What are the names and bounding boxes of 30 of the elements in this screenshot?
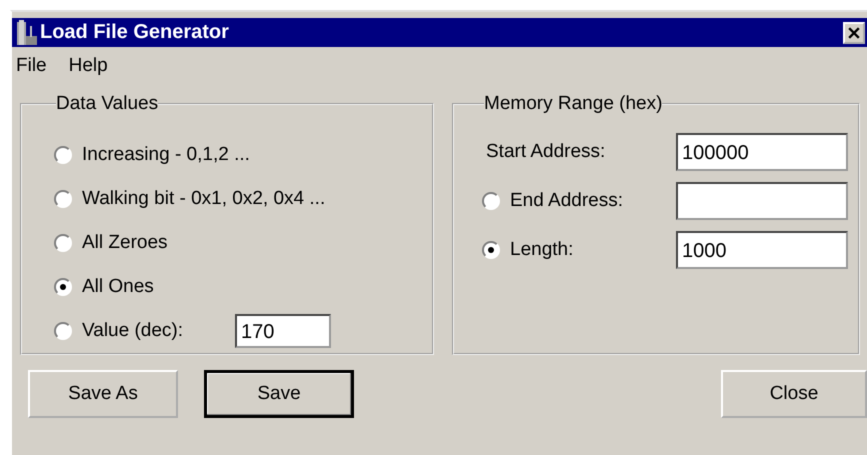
text-field[interactable]: 100000 [676,132,848,170]
text-field[interactable]: 170 [235,314,332,348]
close-button[interactable] [843,22,865,44]
field-label: Start Address: [486,140,606,162]
group-title: Data Values [56,93,158,115]
radio-button[interactable] [54,322,72,340]
field-label: Length: [510,238,574,260]
radio-button[interactable] [54,234,72,252]
close-icon [848,26,860,38]
option-label: All Ones [82,276,154,298]
radio-button[interactable] [54,190,72,208]
dialog-button[interactable]: Save As [28,370,178,418]
radio-button[interactable] [54,278,72,296]
menu-item[interactable]: Help [68,55,108,85]
option-label: All Zeroes [82,232,168,254]
dialog-button[interactable]: Save [204,370,354,418]
option-label: Increasing - 0,1,2 ... [82,144,250,166]
radio-button[interactable] [482,240,500,258]
option-label: Walking bit - 0x1, 0x2, 0x4 ... [82,188,326,210]
menu-item[interactable]: File [16,55,47,85]
app-icon [16,20,38,46]
dialog-button[interactable]: Close [721,370,867,418]
radio-button[interactable] [482,192,500,210]
text-field[interactable] [676,182,848,220]
text-field[interactable]: 1000 [676,230,848,268]
group-title: Memory Range (hex) [484,93,662,115]
radio-button[interactable] [54,146,72,164]
window-title: Load File Generator [40,21,230,44]
option-label: Value (dec): [82,320,184,342]
field-label: End Address: [510,190,624,212]
